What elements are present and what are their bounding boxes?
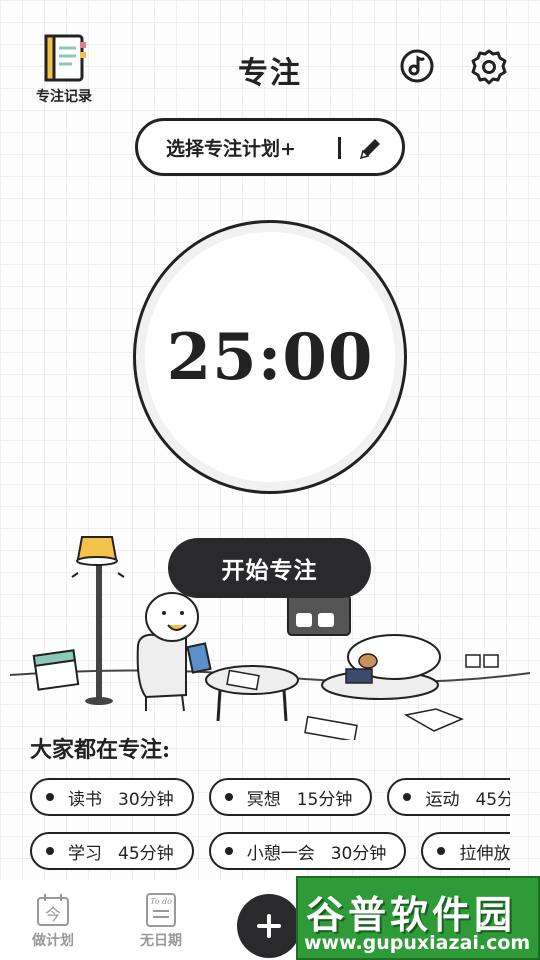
chip-duration: 30分钟 bbox=[330, 843, 387, 864]
music-disc-icon bbox=[400, 49, 434, 83]
chip-dot bbox=[46, 793, 54, 801]
plus-icon bbox=[257, 914, 281, 938]
focus-chip[interactable]: 冥想 15分钟 bbox=[208, 778, 373, 816]
chip-dot bbox=[224, 847, 233, 855]
calendar-today-glyph: 今 bbox=[45, 905, 61, 924]
chip-name: 拉伸放松 bbox=[459, 843, 510, 864]
page-title: 专注 bbox=[238, 56, 302, 91]
focus-suggestions-row-2: 学习 45分钟 小憩一会 30分钟 拉伸放松 bbox=[30, 832, 510, 872]
start-focus-button[interactable]: 开始专注 bbox=[168, 538, 371, 598]
nav-make-plan-label: 做计划 bbox=[32, 933, 74, 949]
chip-dot bbox=[403, 793, 412, 801]
timer-display: 25:00 bbox=[166, 319, 374, 395]
plan-divider bbox=[338, 137, 341, 159]
settings-button[interactable] bbox=[470, 48, 508, 86]
todo-list-icon: To do bbox=[146, 893, 176, 927]
chip-name: 读书 bbox=[68, 789, 102, 810]
edit-plan-button[interactable] bbox=[356, 135, 384, 163]
plan-selector-label: 选择专注计划+ bbox=[166, 137, 296, 160]
chip-name: 运动 bbox=[425, 789, 460, 810]
header: 专注记录 专注 bbox=[0, 0, 540, 110]
chip-duration: 15分钟 bbox=[296, 789, 353, 810]
timer-circle: 25:00 bbox=[133, 220, 407, 494]
chip-name: 学习 bbox=[68, 843, 102, 864]
add-button[interactable] bbox=[237, 894, 301, 958]
nav-make-plan[interactable]: 今 做计划 bbox=[18, 892, 88, 950]
calendar-today-icon: 今 bbox=[37, 894, 69, 926]
chip-dot bbox=[437, 847, 446, 855]
chip-dot bbox=[224, 793, 233, 801]
everyone-focusing-title: 大家都在专注: bbox=[30, 737, 171, 763]
chip-duration: 45分钟 bbox=[475, 789, 510, 810]
chip-duration: 45分钟 bbox=[118, 843, 174, 864]
focus-plan-selector[interactable]: 选择专注计划+ bbox=[135, 118, 405, 176]
watermark-url: www.gupuxiazai.com bbox=[304, 932, 531, 954]
focus-chip[interactable]: 运动 45分钟 bbox=[387, 778, 510, 816]
watermark: 谷普软件园 www.gupuxiazai.com bbox=[296, 876, 540, 960]
chip-name: 小憩一会 bbox=[246, 843, 315, 864]
gear-icon bbox=[471, 49, 507, 85]
pencil-icon bbox=[359, 139, 380, 160]
focus-chip[interactable]: 小憩一会 30分钟 bbox=[208, 832, 407, 870]
nav-undated-label: 无日期 bbox=[140, 933, 182, 949]
watermark-title: 谷普软件园 bbox=[306, 893, 517, 937]
chip-name: 冥想 bbox=[246, 789, 281, 810]
focus-chip[interactable]: 拉伸放松 bbox=[421, 832, 510, 870]
chip-duration: 30分钟 bbox=[118, 789, 174, 810]
nav-undated[interactable]: To do 无日期 bbox=[126, 892, 196, 950]
chip-dot bbox=[46, 847, 54, 855]
focus-chip[interactable]: 读书 30分钟 bbox=[30, 778, 194, 816]
focus-suggestions-row-1: 读书 30分钟 冥想 15分钟 运动 45分钟 bbox=[30, 778, 510, 818]
focus-chip[interactable]: 学习 45分钟 bbox=[30, 832, 194, 870]
todo-list-title: To do bbox=[150, 897, 172, 906]
music-button[interactable] bbox=[399, 48, 435, 84]
